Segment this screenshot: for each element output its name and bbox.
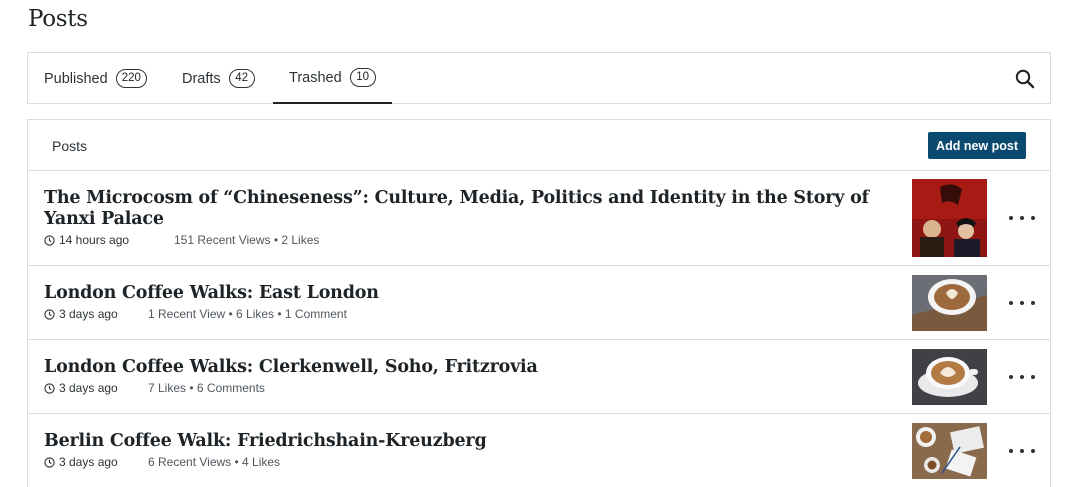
post-row: The Microcosm of “Chineseness”: Culture,… xyxy=(28,171,1050,266)
search-button[interactable] xyxy=(1014,68,1036,90)
post-list-label: Posts xyxy=(52,138,88,154)
tab-label: Drafts xyxy=(182,70,221,87)
ellipsis-icon xyxy=(1009,375,1013,379)
post-time: 14 hours ago xyxy=(59,233,130,247)
post-row: London Coffee Walks: East London 3 days … xyxy=(28,266,1050,340)
latte-cup-thumbnail[interactable] xyxy=(912,349,987,405)
post-meta: 14 hours ago 151 Recent Views • 2 Likes xyxy=(44,233,319,247)
post-time: 3 days ago xyxy=(59,455,118,469)
clock-icon xyxy=(44,382,55,394)
post-actions-menu[interactable] xyxy=(1009,295,1035,311)
post-actions-menu[interactable] xyxy=(1009,210,1035,226)
post-status-tabs: Published 220 Drafts 42 Trashed 10 xyxy=(27,52,1051,104)
page-title: Posts xyxy=(28,6,88,32)
post-meta: 3 days ago 6 Recent Views • 4 Likes xyxy=(44,455,280,469)
clock-icon xyxy=(44,308,55,320)
post-title[interactable]: London Coffee Walks: East London xyxy=(44,283,884,304)
post-stats: 7 Likes • 6 Comments xyxy=(148,381,265,395)
post-title[interactable]: The Microcosm of “Chineseness”: Culture,… xyxy=(44,188,884,230)
post-stats: 6 Recent Views • 4 Likes xyxy=(148,455,281,469)
post-row: Berlin Coffee Walk: Friedrichshain-Kreuz… xyxy=(28,414,1050,487)
post-list-header: Posts Add new post xyxy=(28,120,1050,171)
tab-label: Trashed xyxy=(289,69,342,86)
tab-count: 220 xyxy=(115,69,147,88)
latte-art-thumbnail[interactable] xyxy=(912,275,987,331)
tab-trashed[interactable]: Trashed 10 xyxy=(273,53,392,104)
post-stats: 151 Recent Views • 2 Likes xyxy=(174,233,320,247)
ellipsis-icon xyxy=(1009,216,1013,220)
post-title[interactable]: London Coffee Walks: Clerkenwell, Soho, … xyxy=(44,357,884,378)
post-list: Posts Add new post The Microcosm of “Chi… xyxy=(27,119,1051,487)
ellipsis-icon xyxy=(1009,301,1013,305)
add-new-post-button[interactable]: Add new post xyxy=(928,132,1026,159)
tab-count: 10 xyxy=(349,68,376,87)
tab-drafts[interactable]: Drafts 42 xyxy=(182,53,255,104)
coffee-table-thumbnail[interactable] xyxy=(912,423,987,479)
drama-poster-thumbnail[interactable] xyxy=(912,179,987,257)
post-time: 3 days ago xyxy=(59,381,118,395)
post-row: London Coffee Walks: Clerkenwell, Soho, … xyxy=(28,340,1050,414)
search-icon xyxy=(1015,69,1035,89)
post-actions-menu[interactable] xyxy=(1009,369,1035,385)
tab-count: 42 xyxy=(228,69,255,88)
post-meta: 3 days ago 1 Recent View • 6 Likes • 1 C… xyxy=(44,307,347,321)
tab-published[interactable]: Published 220 xyxy=(44,53,147,104)
post-title[interactable]: Berlin Coffee Walk: Friedrichshain-Kreuz… xyxy=(44,431,884,452)
post-stats: 1 Recent View • 6 Likes • 1 Comment xyxy=(148,307,347,321)
clock-icon xyxy=(44,456,55,468)
post-actions-menu[interactable] xyxy=(1009,443,1035,459)
ellipsis-icon xyxy=(1009,449,1013,453)
clock-icon xyxy=(44,234,55,246)
post-meta: 3 days ago 7 Likes • 6 Comments xyxy=(44,381,265,395)
post-time: 3 days ago xyxy=(59,307,118,321)
tab-label: Published xyxy=(44,70,108,87)
